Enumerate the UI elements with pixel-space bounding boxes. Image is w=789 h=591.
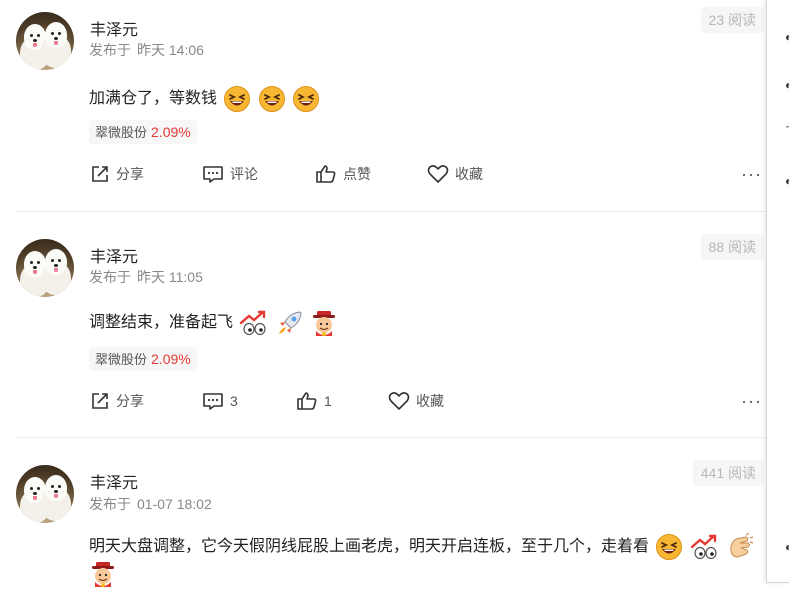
post-actions: 分享 评论 点赞 收藏 ···	[0, 160, 766, 188]
read-count-badge: 441 阅读	[692, 460, 764, 486]
panel-icon: ◐	[785, 30, 789, 44]
rocket-emoji	[278, 311, 302, 334]
grin-squint-emoji	[258, 85, 285, 112]
heart-icon	[427, 165, 449, 183]
read-count-badge: 88 阅读	[700, 234, 764, 260]
comment-button[interactable]: 评论	[202, 160, 258, 188]
thumbs-up-icon	[316, 165, 336, 183]
panel-icon: ◐	[785, 174, 789, 188]
author-name[interactable]: 丰泽元	[90, 16, 138, 40]
favorite-button[interactable]: 收藏	[388, 387, 444, 415]
post-actions: 分享 3 1 收藏 ···	[0, 387, 766, 415]
more-options-button[interactable]: ···	[741, 164, 762, 185]
post-content[interactable]: 明天大盘调整，它今天假阴线屁股上画老虎，明天开启连板，至于几个，走着看	[89, 532, 754, 561]
comment-button[interactable]: 3	[202, 387, 238, 415]
like-button[interactable]: 点赞	[315, 160, 371, 188]
clap-emoji	[730, 532, 754, 558]
avatar[interactable]	[16, 239, 74, 297]
more-options-button[interactable]: ···	[741, 391, 762, 412]
post-content[interactable]: 调整结束，准备起飞	[89, 308, 338, 337]
author-name[interactable]: 丰泽元	[90, 243, 138, 267]
read-count-badge: 23 阅读	[700, 7, 764, 33]
comment-icon	[203, 166, 223, 183]
favorite-button[interactable]: 收藏	[427, 160, 483, 188]
stock-tag[interactable]: 翠微股份 2.09%	[89, 120, 197, 144]
grin-squint-emoji	[224, 85, 251, 112]
share-icon	[92, 166, 108, 182]
panel-icon: ◐	[785, 78, 789, 92]
divider	[16, 211, 766, 212]
heart-icon	[388, 392, 410, 410]
post-feed: 丰泽元 发布于 昨天 14:06 23 阅读 加满仓了，等数钱 翠微股份 2.0…	[0, 0, 766, 591]
rising-eyes-emoji	[690, 534, 717, 559]
grin-squint-emoji	[656, 533, 683, 560]
post-time: 发布于 昨天 11:05	[89, 269, 203, 285]
like-button[interactable]: 1	[296, 387, 332, 415]
share-icon	[92, 393, 108, 409]
fortune-god-emoji	[92, 562, 114, 587]
share-button[interactable]: 分享	[90, 387, 144, 415]
post-time: 发布于 昨天 14:06	[89, 42, 204, 58]
side-popup-panel[interactable]: ◐ ◐ ⊤ ◐ ◐	[766, 0, 789, 583]
post-content[interactable]: 加满仓了，等数钱	[89, 84, 320, 113]
grin-squint-emoji	[293, 85, 320, 112]
fortune-god-emoji	[313, 310, 336, 336]
avatar[interactable]	[16, 465, 74, 523]
rising-eyes-emoji	[240, 310, 267, 335]
stock-tag[interactable]: 翠微股份 2.09%	[89, 347, 197, 371]
comment-icon	[203, 393, 223, 410]
share-button[interactable]: 分享	[90, 160, 144, 188]
panel-icon: ⊤	[785, 124, 789, 138]
thumbs-up-icon	[297, 392, 317, 410]
panel-icon: ◐	[785, 540, 789, 554]
avatar[interactable]	[16, 12, 74, 70]
divider	[16, 437, 766, 438]
author-name[interactable]: 丰泽元	[90, 469, 138, 493]
post-time: 发布于 01-07 18:02	[89, 496, 212, 512]
